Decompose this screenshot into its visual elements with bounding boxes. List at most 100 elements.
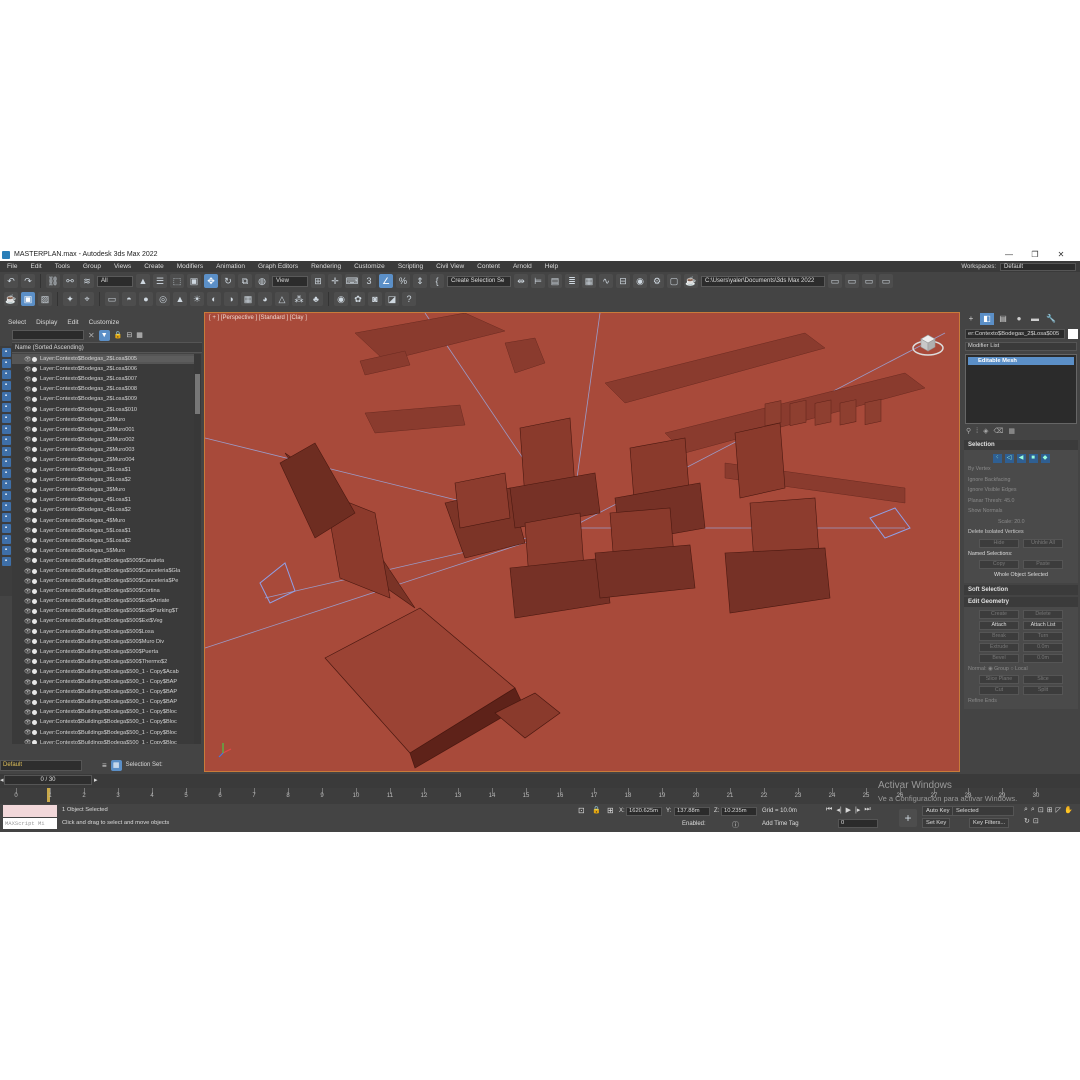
teapot-icon[interactable]: ☕ xyxy=(4,292,18,306)
key-filters-button[interactable]: Key Filters... xyxy=(969,818,1010,828)
freeze-dot-icon[interactable] xyxy=(32,477,37,483)
sphere-icon[interactable]: ● xyxy=(139,292,153,306)
scene-list-row[interactable]: 👁 Layer:Contexto$Bodegas_2$Losa$006 xyxy=(12,364,194,374)
visibility-eye-icon[interactable]: 👁 xyxy=(24,568,32,575)
visibility-eye-icon[interactable]: 👁 xyxy=(24,668,32,675)
freeze-dot-icon[interactable] xyxy=(32,730,37,736)
next-key-icon[interactable]: |▸ xyxy=(855,806,860,814)
schematic-view-icon[interactable]: ⊟ xyxy=(616,274,630,288)
strip-tool-icon-2[interactable]: ▪ xyxy=(1,359,11,368)
visibility-eye-icon[interactable]: 👁 xyxy=(24,598,32,605)
modify-tab-icon[interactable]: ◧ xyxy=(980,313,994,325)
zoom-all-icon[interactable]: ⌕ xyxy=(1031,806,1035,814)
mirror-icon[interactable]: ⇹ xyxy=(514,274,528,288)
visibility-eye-icon[interactable]: 👁 xyxy=(24,426,32,433)
freeze-dot-icon[interactable] xyxy=(32,437,37,443)
material-editor-icon[interactable]: ◉ xyxy=(633,274,647,288)
strip-tool-icon-12[interactable]: ▪ xyxy=(1,469,11,478)
camera-icon[interactable]: ⌖ xyxy=(80,292,94,306)
scene-list-row[interactable]: 👁 Layer:Contexto$Bodegas_3$Losa$1 xyxy=(12,465,194,475)
freeze-dot-icon[interactable] xyxy=(32,447,37,453)
visibility-eye-icon[interactable]: 👁 xyxy=(24,386,32,393)
time-slider[interactable]: 0 / 30 xyxy=(4,775,92,785)
hide-button[interactable]: Hide xyxy=(979,538,1019,548)
scene-list-row[interactable]: 👁 Layer:Contexto$Buildings$Bodega$500$Can… xyxy=(12,566,194,576)
auto-key-button[interactable]: Auto Key xyxy=(922,806,954,816)
scene-list-row[interactable]: 👁 Layer:Contexto$Bodegas_4$Losa$1 xyxy=(12,495,194,505)
object-color-swatch[interactable] xyxy=(1068,329,1078,339)
menu-animation[interactable]: Animation xyxy=(209,263,251,270)
arnold-shader-icon[interactable]: ◉ xyxy=(334,292,348,306)
layer-explorer-icon[interactable]: ≣ xyxy=(565,274,579,288)
curve-editor-icon[interactable]: ∿ xyxy=(599,274,613,288)
redo-icon[interactable]: ↷ xyxy=(21,274,35,288)
scene-list-row[interactable]: 👁 Layer:Contexto$Buildings$Bodega$500_1 -… xyxy=(12,687,194,697)
scene-menu-edit[interactable]: Edit xyxy=(67,319,78,326)
freeze-dot-icon[interactable] xyxy=(32,719,37,725)
freeze-dot-icon[interactable] xyxy=(32,568,37,574)
scene-list-row[interactable]: 👁 Layer:Contexto$Buildings$Bodega$500$The… xyxy=(12,657,194,667)
visibility-eye-icon[interactable]: 👁 xyxy=(24,618,32,625)
selection-filter-dropdown[interactable]: All xyxy=(97,275,133,287)
scene-scroll-thumb[interactable] xyxy=(195,374,200,414)
maxscript-mini-listener[interactable]: MAXScript Mi xyxy=(3,818,57,829)
viewport-label[interactable]: [ + ] [Perspective ] [Standard ] [Clay ] xyxy=(209,315,307,321)
rectangular-selection-icon[interactable]: ⬚ xyxy=(170,274,184,288)
scene-menu-display[interactable]: Display xyxy=(36,319,57,326)
physical-sky-icon[interactable]: ◑ xyxy=(224,292,238,306)
edit-named-selection-icon[interactable]: { xyxy=(430,274,444,288)
configure-sets-icon[interactable]: ▦ xyxy=(1008,427,1015,435)
bevel-button[interactable]: Bevel xyxy=(979,653,1019,663)
arnold-render-icon[interactable]: ◙ xyxy=(368,292,382,306)
play-icon[interactable]: ▶ xyxy=(846,806,851,814)
display-tab-icon[interactable]: ▬ xyxy=(1028,313,1042,325)
freeze-dot-icon[interactable] xyxy=(32,487,37,493)
strip-tool-icon-17[interactable]: ▪ xyxy=(1,524,11,533)
show-end-result-icon[interactable]: ⁞ xyxy=(976,428,978,435)
menu-rendering[interactable]: Rendering xyxy=(304,263,347,270)
layer-toggle-icon[interactable]: ▦ xyxy=(110,759,122,771)
link-icon[interactable]: ⛓ xyxy=(46,274,60,288)
menu-scripting[interactable]: Scripting xyxy=(391,263,429,270)
visibility-eye-icon[interactable]: 👁 xyxy=(24,648,32,655)
freeze-dot-icon[interactable] xyxy=(32,598,37,604)
scene-list-row[interactable]: 👁 Layer:Contexto$Buildings$Bodega$500_1 -… xyxy=(12,717,194,727)
visibility-eye-icon[interactable]: 👁 xyxy=(24,416,32,423)
scene-list-row[interactable]: 👁 Layer:Contexto$Buildings$Bodega$500$Los… xyxy=(12,627,194,637)
menu-tools[interactable]: Tools xyxy=(48,263,76,270)
scene-list-row[interactable]: 👁 Layer:Contexto$Bodegas_2$Muro002 xyxy=(12,435,194,445)
color-palette-icon[interactable]: ✿ xyxy=(351,292,365,306)
menu-arnold[interactable]: Arnold xyxy=(506,263,538,270)
angle-snap-icon[interactable]: ∠ xyxy=(379,274,393,288)
visibility-eye-icon[interactable]: 👁 xyxy=(24,729,32,736)
selection-lock-icon[interactable]: 🔒 xyxy=(592,806,601,814)
ignore-backfacing-checkbox[interactable]: Ignore Backfacing xyxy=(968,475,1074,486)
volume-icon[interactable]: △ xyxy=(275,292,289,306)
visibility-eye-icon[interactable]: 👁 xyxy=(24,477,32,484)
freeze-dot-icon[interactable] xyxy=(32,497,37,503)
scene-list-row[interactable]: 👁 Layer:Contexto$Bodegas_5$Losa$2 xyxy=(12,536,194,546)
freeze-dot-icon[interactable] xyxy=(32,457,37,463)
help-icon[interactable]: ? xyxy=(402,292,416,306)
freeze-dot-icon[interactable] xyxy=(32,699,37,705)
sphere-gizmo-icon[interactable]: ◕ xyxy=(258,292,272,306)
perspective-viewport[interactable]: [ + ] [Perspective ] [Standard ] [Clay ] xyxy=(204,312,960,772)
maxscript-listener-input[interactable] xyxy=(3,805,57,817)
fov-icon[interactable]: ◸ xyxy=(1056,806,1061,814)
go-to-end-icon[interactable]: ⏭ xyxy=(864,806,870,814)
scene-list-row[interactable]: 👁 Layer:Contexto$Buildings$Bodega$500$Mur… xyxy=(12,637,194,647)
orbit-icon[interactable]: ↻ xyxy=(1024,817,1030,825)
hierarchy-icon[interactable]: ⊟ xyxy=(126,331,132,339)
scene-list-row[interactable]: 👁 Layer:Contexto$Bodegas_4$Losa$2 xyxy=(12,505,194,515)
menu-edit[interactable]: Edit xyxy=(23,263,47,270)
strip-tool-icon-15[interactable]: ▪ xyxy=(1,502,11,511)
copy-button[interactable]: Copy xyxy=(979,560,1019,569)
create-button[interactable]: Create xyxy=(979,609,1019,619)
strip-tool-icon-1[interactable]: ▪ xyxy=(1,348,11,357)
delete-isolated-checkbox[interactable]: Delete Isolated Vertices xyxy=(968,527,1074,538)
scene-list-row[interactable]: 👁 Layer:Contexto$Bodegas_2$Losa$007 xyxy=(12,374,194,384)
visibility-eye-icon[interactable]: 👁 xyxy=(24,356,32,363)
image-icon[interactable]: ▨ xyxy=(38,292,52,306)
scene-scrollbar[interactable] xyxy=(194,354,201,744)
light-icon[interactable]: ✦ xyxy=(63,292,77,306)
